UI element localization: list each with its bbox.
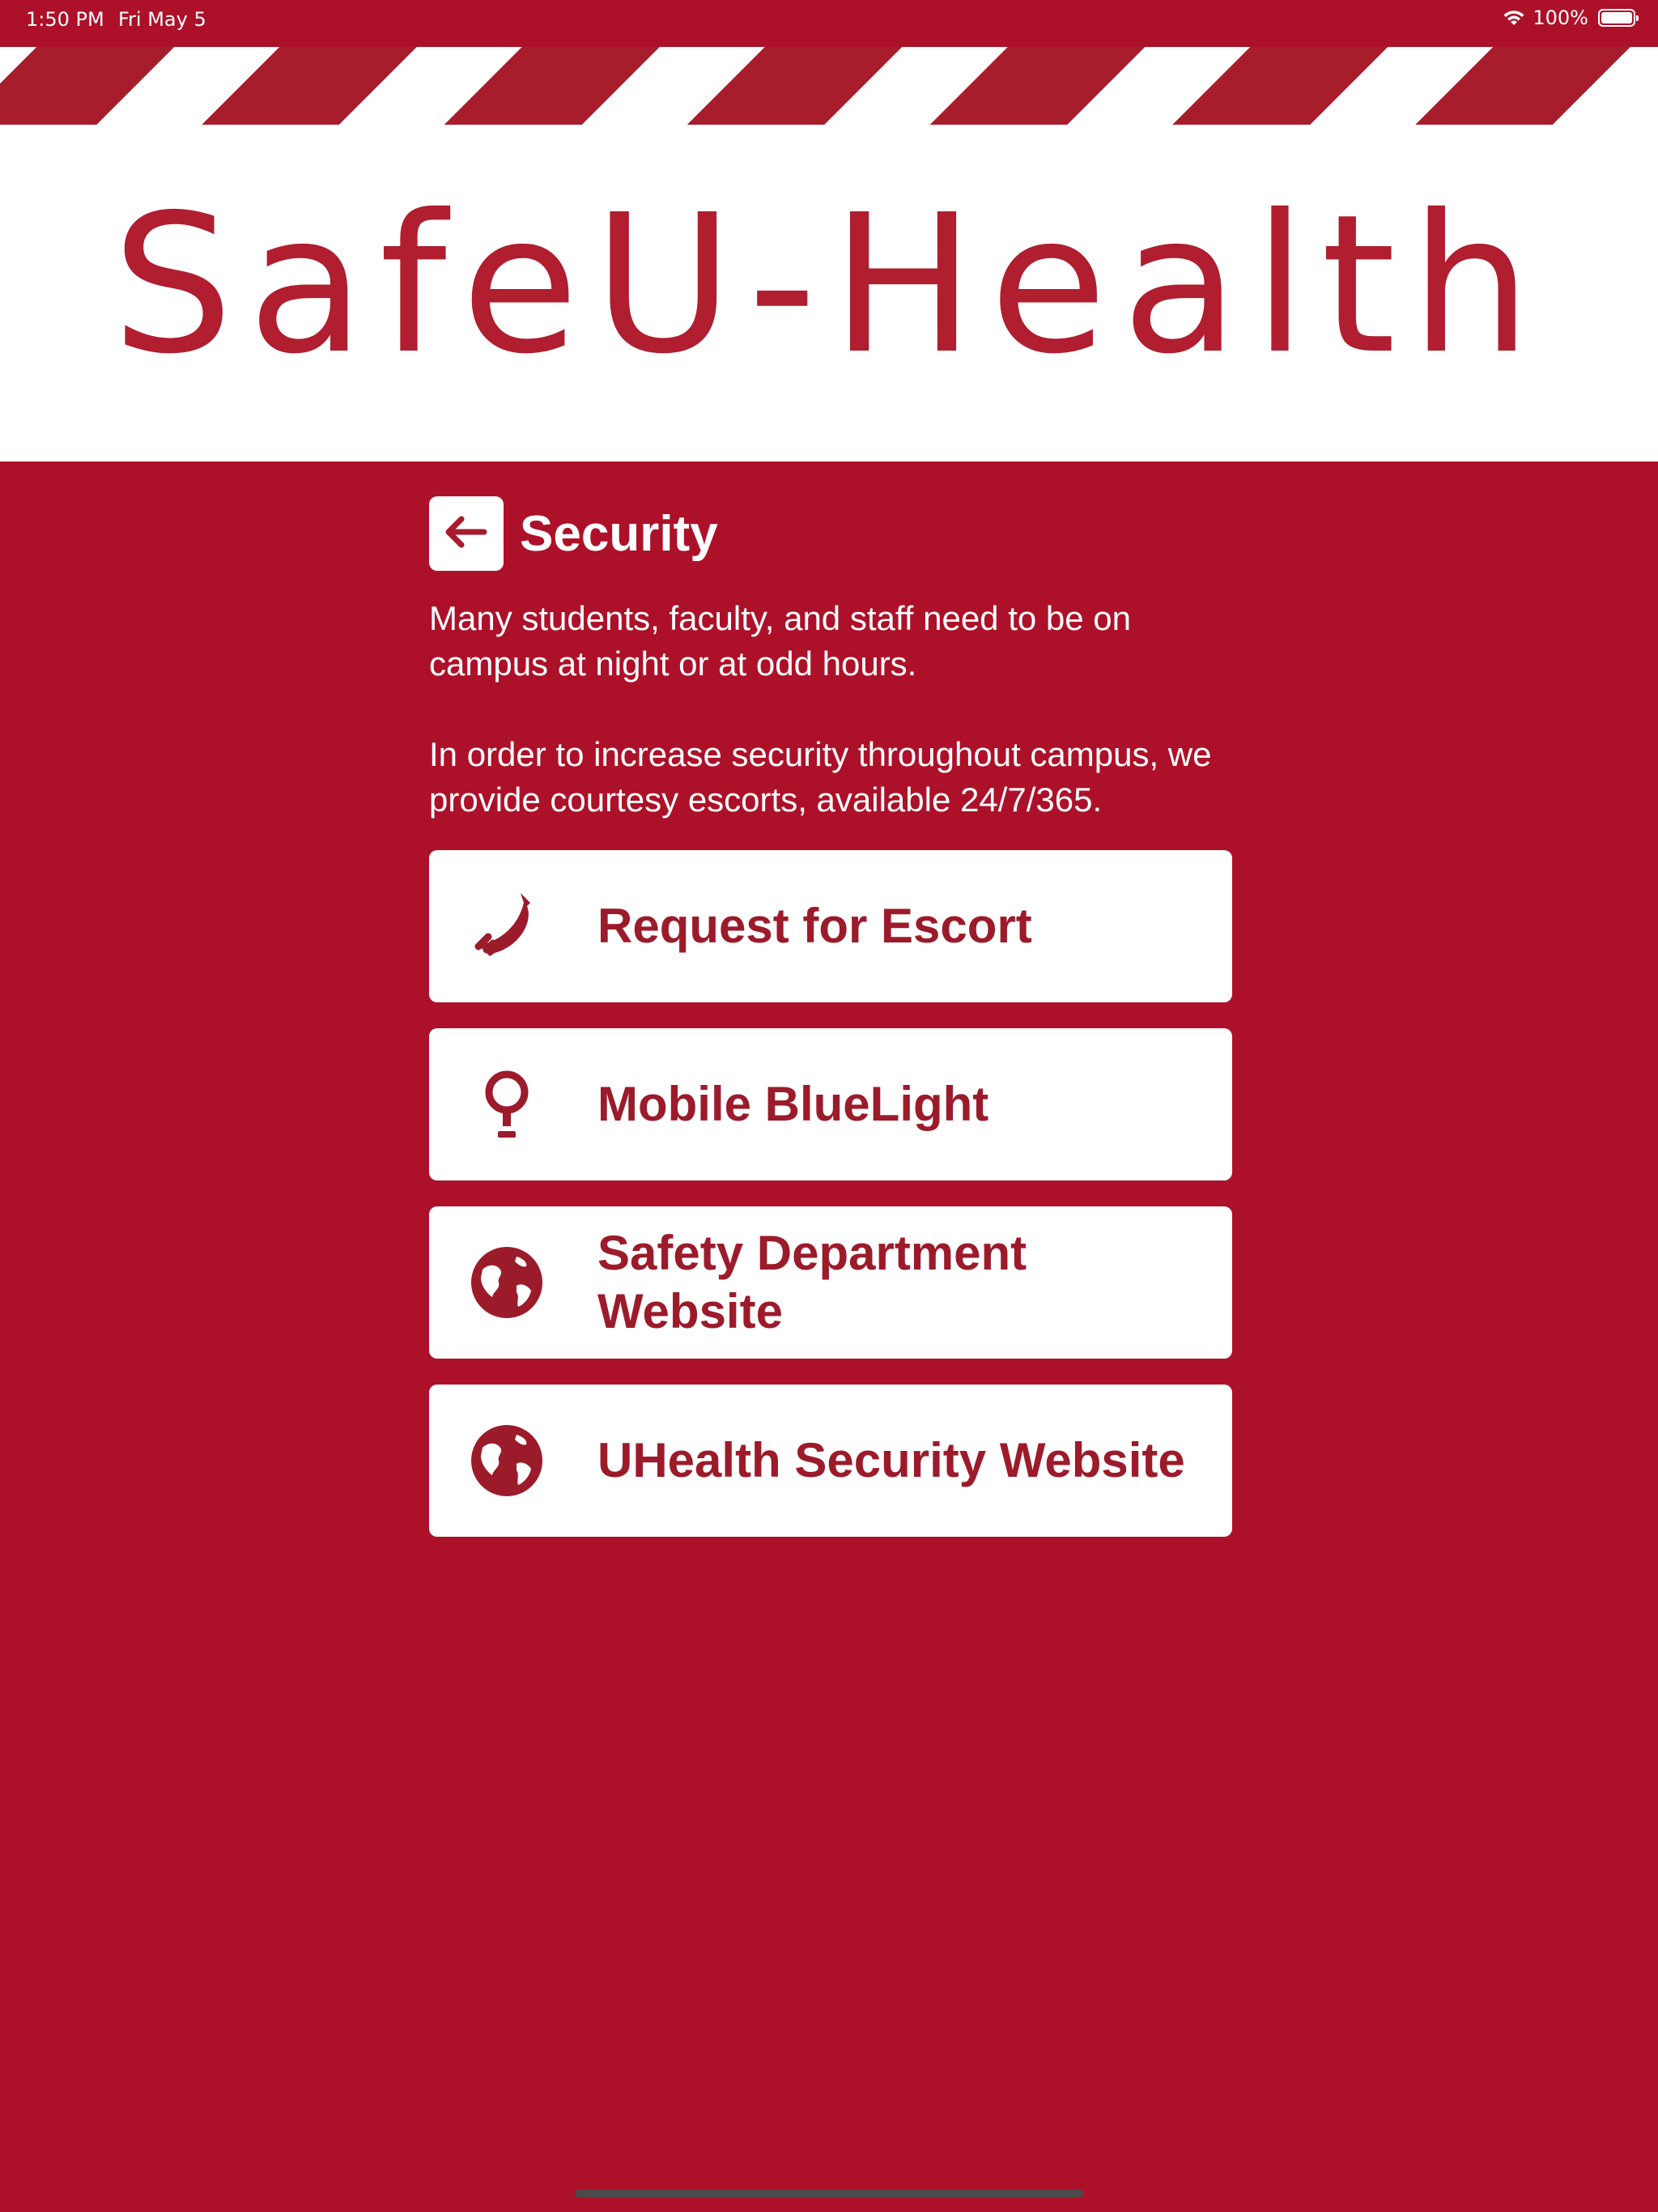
main-content: Security Many students, faculty, and sta… (429, 496, 1232, 1537)
description-paragraph-1: Many students, faculty, and staff need t… (429, 599, 1132, 683)
banner: SafeU-Health (0, 47, 1658, 462)
globe-icon (466, 1420, 547, 1501)
battery-icon (1598, 9, 1639, 27)
back-button[interactable] (429, 496, 504, 571)
globe-icon (466, 1242, 547, 1323)
mobile-bluelight-button[interactable]: Mobile BlueLight (429, 1028, 1232, 1180)
arrow-left-icon (444, 516, 489, 552)
phone-icon (466, 886, 547, 967)
page-title: Security (520, 505, 718, 562)
action-label: Mobile BlueLight (597, 1077, 989, 1131)
request-escort-button[interactable]: Request for Escort (429, 850, 1232, 1002)
action-list: Request for Escort Mobile BlueLight Safe… (429, 850, 1232, 1537)
safety-department-website-button[interactable]: Safety Department Website (429, 1206, 1232, 1359)
home-indicator[interactable] (575, 2189, 1083, 2197)
status-indicators: 100% (1502, 6, 1639, 29)
action-label: Request for Escort (597, 899, 1032, 953)
page-header: Security (429, 496, 1232, 572)
logo: SafeU-Health (0, 125, 1658, 462)
logo-text: SafeU-Health (112, 173, 1546, 396)
battery-percentage: 100% (1533, 6, 1588, 29)
lightbulb-icon (466, 1064, 547, 1145)
wifi-icon (1502, 9, 1526, 27)
banner-stripes (0, 47, 1658, 125)
status-time: 1:50 PM (26, 8, 104, 31)
status-bar: 1:50 PM Fri May 5 100% (0, 0, 1658, 47)
action-label: Safety Department Website (597, 1226, 1027, 1338)
action-label: UHealth Security Website (597, 1433, 1185, 1487)
description-paragraph-2: In order to increase security throughout… (429, 735, 1212, 819)
uhealth-security-website-button[interactable]: UHealth Security Website (429, 1385, 1232, 1537)
status-date: Fri May 5 (118, 8, 206, 31)
